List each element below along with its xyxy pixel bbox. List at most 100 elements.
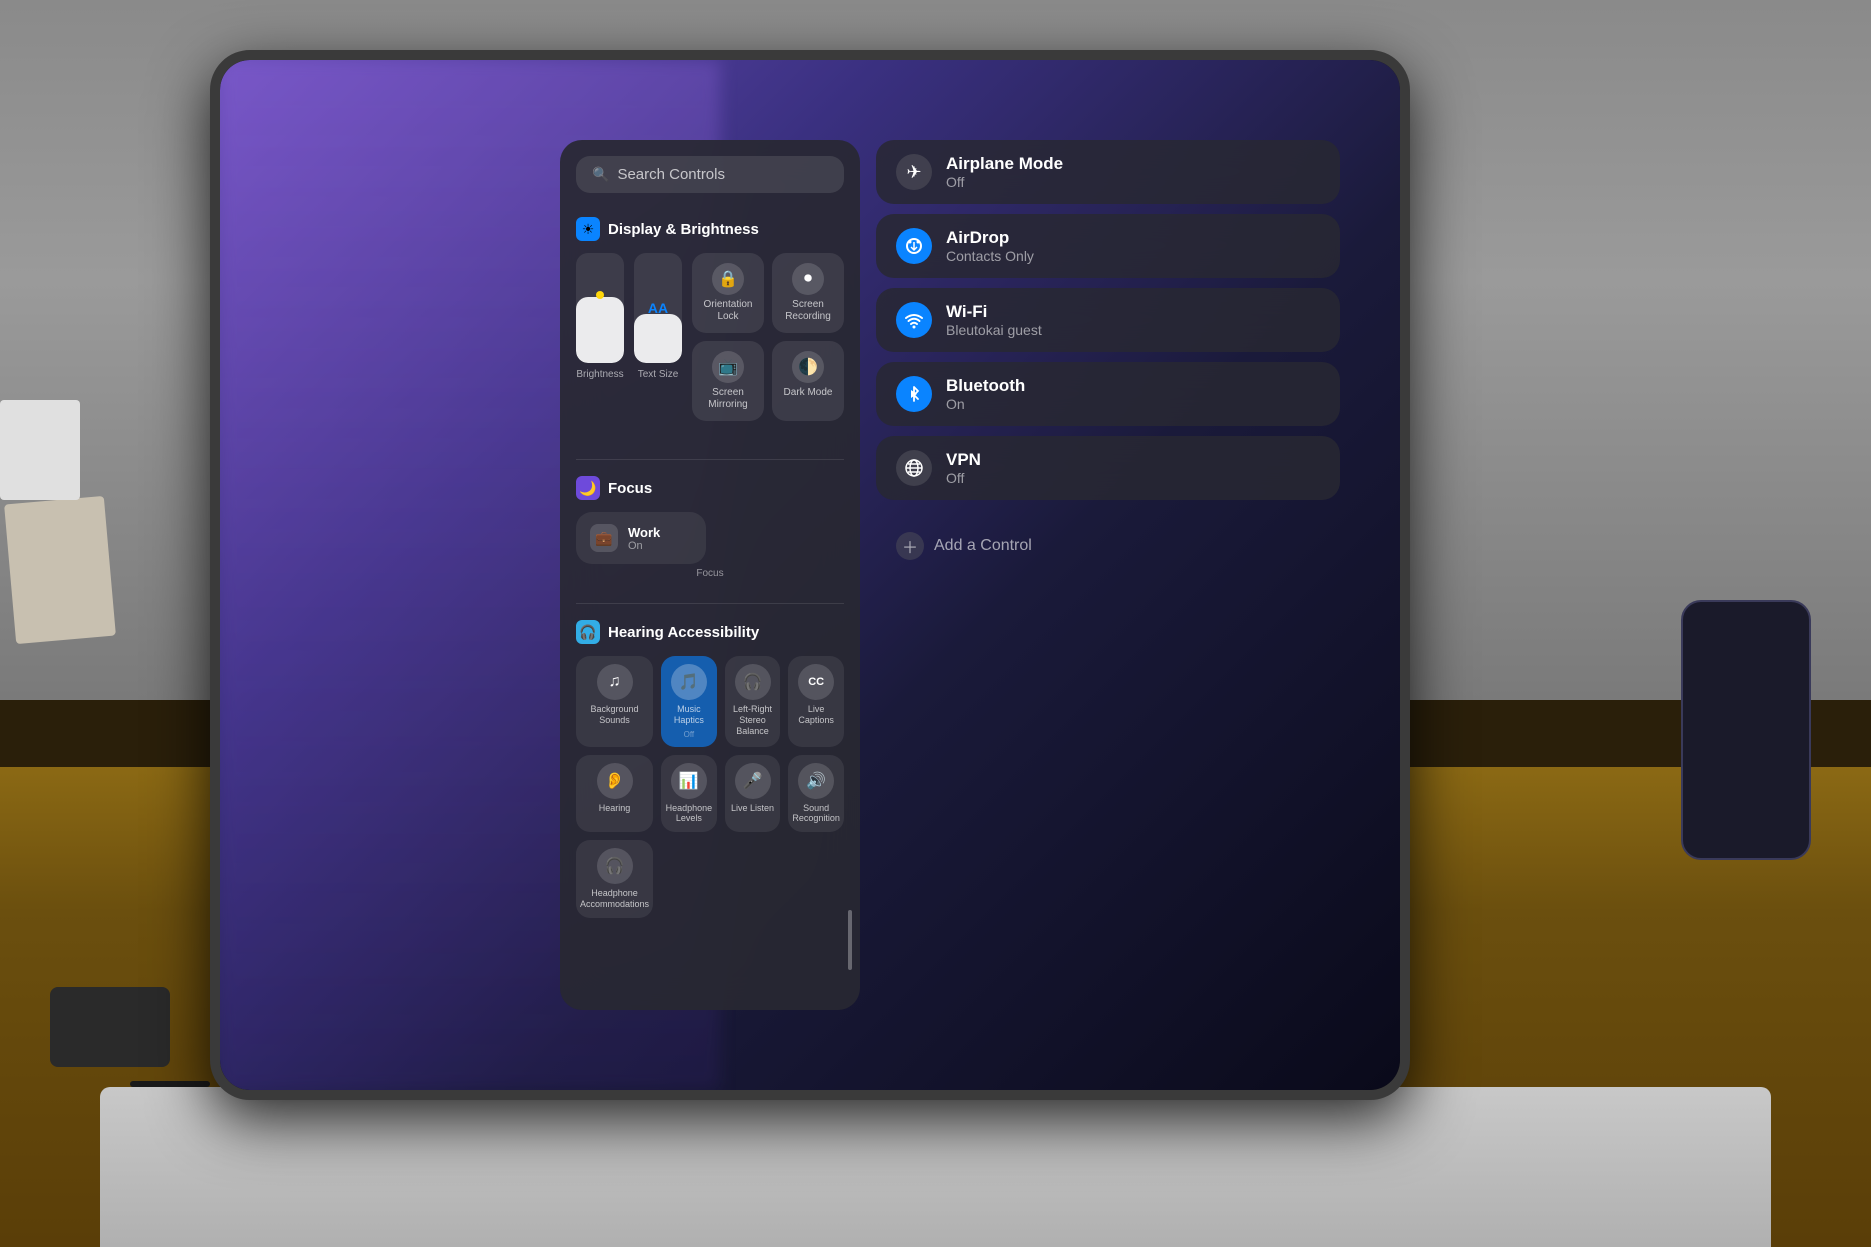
hearing-section-header: 🎧 Hearing Accessibility (576, 612, 844, 644)
orientation-lock-button[interactable]: 🔒 Orientation Lock (692, 253, 764, 333)
brightness-slider-container[interactable]: Brightness (576, 253, 624, 380)
screen-mirroring-button[interactable]: 📺 Screen Mirroring (692, 341, 764, 421)
bluetooth-title: Bluetooth (946, 376, 1025, 396)
orientation-lock-label: Orientation Lock (702, 299, 754, 323)
focus-row: 💼 Work On Focus (576, 512, 844, 579)
brightness-fill (576, 297, 624, 363)
vpn-button[interactable]: VPN Off (876, 436, 1340, 500)
display-quick-grid: 🔒 Orientation Lock ⏺ Screen Recording 📺 … (692, 253, 844, 421)
ipad-device: 🔍 Search Controls ☀ Display & Brightness (210, 50, 1410, 1100)
wifi-title: Wi-Fi (946, 302, 1042, 322)
vpn-title: VPN (946, 450, 981, 470)
music-haptics-icon: 🎵 (671, 664, 707, 700)
headphone-levels-label: Headphone Levels (665, 803, 713, 825)
work-focus-subtitle: On (628, 540, 660, 552)
add-control-label: Add a Control (934, 537, 1032, 555)
screen-recording-icon: ⏺ (792, 263, 824, 295)
divider-1 (576, 459, 844, 460)
display-section-header: ☀ Display & Brightness (576, 209, 844, 241)
live-listen-icon: 🎤 (735, 763, 771, 799)
display-section-icon: ☀ (576, 217, 600, 241)
music-haptics-button[interactable]: 🎵 Music Haptics Off (661, 656, 717, 747)
dark-mode-button[interactable]: 🌓 Dark Mode (772, 341, 844, 421)
focus-section-icon: 🌙 (576, 476, 600, 500)
text-size-slider[interactable]: AA (634, 253, 682, 363)
work-focus-icon: 💼 (590, 524, 618, 552)
add-control-icon: ＋ (896, 532, 924, 560)
vpn-text: VPN Off (946, 450, 981, 486)
background-sounds-icon: ♫ (597, 664, 633, 700)
charger-adapter (50, 987, 170, 1067)
keyboard (100, 1087, 1771, 1247)
airdrop-text: AirDrop Contacts Only (946, 228, 1034, 264)
airdrop-subtitle: Contacts Only (946, 248, 1034, 264)
vpn-icon (896, 450, 932, 486)
airdrop-icon (896, 228, 932, 264)
hearing-section: 🎧 Hearing Accessibility ♫ Background Sou… (576, 612, 844, 918)
bluetooth-button[interactable]: Bluetooth On (876, 362, 1340, 426)
live-listen-button[interactable]: 🎤 Live Listen (725, 755, 781, 833)
screen-recording-label: Screen Recording (782, 299, 834, 323)
work-focus-title: Work (628, 525, 660, 540)
sound-recognition-label: Sound Recognition (792, 803, 840, 825)
search-controls-bar[interactable]: 🔍 Search Controls (576, 156, 844, 193)
live-listen-label: Live Listen (731, 803, 774, 814)
search-icon: 🔍 (592, 166, 609, 183)
display-brightness-section: ☀ Display & Brightness Brightness (576, 209, 844, 443)
live-captions-button[interactable]: CC Live Captions (788, 656, 844, 747)
stereo-balance-label: Left-Right Stereo Balance (729, 704, 777, 736)
sound-recognition-button[interactable]: 🔊 Sound Recognition (788, 755, 844, 833)
music-haptics-label: Music Haptics (665, 704, 713, 726)
focus-section-title: Focus (608, 480, 652, 497)
hearing-section-icon: 🎧 (576, 620, 600, 644)
headphone-accommodations-button[interactable]: 🎧 Headphone Accommodations (576, 840, 653, 918)
airplane-mode-button[interactable]: ✈ Airplane Mode Off (876, 140, 1340, 204)
divider-2 (576, 603, 844, 604)
hearing-button[interactable]: 👂 Hearing (576, 755, 653, 833)
stereo-balance-button[interactable]: 🎧 Left-Right Stereo Balance (725, 656, 781, 747)
ipad-screen: 🔍 Search Controls ☀ Display & Brightness (220, 60, 1400, 1090)
text-size-fill (634, 314, 682, 364)
wifi-button[interactable]: Wi-Fi Bleutokai guest (876, 288, 1340, 352)
hearing-grid: ♫ Background Sounds 🎵 Music Haptics Off … (576, 656, 844, 918)
airplane-mode-text: Airplane Mode Off (946, 154, 1063, 190)
airdrop-button[interactable]: AirDrop Contacts Only (876, 214, 1340, 278)
background-sounds-button[interactable]: ♫ Background Sounds (576, 656, 653, 747)
add-control-button[interactable]: ＋ Add a Control (876, 518, 1340, 574)
screen-recording-button[interactable]: ⏺ Screen Recording (772, 253, 844, 333)
hearing-section-title: Hearing Accessibility (608, 624, 759, 641)
screen-mirroring-icon: 📺 (712, 351, 744, 383)
brightness-dot (596, 291, 604, 299)
text-size-indicator: AA (648, 300, 668, 316)
stereo-balance-icon: 🎧 (735, 664, 771, 700)
wifi-subtitle: Bleutokai guest (946, 322, 1042, 338)
vpn-subtitle: Off (946, 470, 981, 486)
brightness-label: Brightness (576, 369, 623, 380)
work-focus-text: Work On (628, 525, 660, 552)
airplane-mode-title: Airplane Mode (946, 154, 1063, 174)
wifi-text: Wi-Fi Bleutokai guest (946, 302, 1042, 338)
display-section-title: Display & Brightness (608, 221, 759, 238)
bluetooth-subtitle: On (946, 396, 1025, 412)
dark-mode-label: Dark Mode (784, 387, 833, 399)
live-captions-label: Live Captions (792, 704, 840, 726)
notebook (4, 496, 116, 644)
bluetooth-text: Bluetooth On (946, 376, 1025, 412)
live-captions-icon: CC (798, 664, 834, 700)
headphone-accommodations-label: Headphone Accommodations (580, 888, 649, 910)
scroll-indicator (848, 910, 852, 970)
dark-mode-icon: 🌓 (792, 351, 824, 383)
phone-case (1681, 600, 1811, 860)
work-focus-button[interactable]: 💼 Work On (576, 512, 706, 564)
wall-outlet (0, 400, 80, 500)
brightness-slider[interactable] (576, 253, 624, 363)
text-size-label: Text Size (638, 369, 679, 380)
text-size-slider-container[interactable]: AA Text Size (634, 253, 682, 380)
control-center: 🔍 Search Controls ☀ Display & Brightness (560, 140, 1340, 1010)
headphone-levels-button[interactable]: 📊 Headphone Levels (661, 755, 717, 833)
hearing-label: Hearing (599, 803, 631, 814)
control-center-left-panel: 🔍 Search Controls ☀ Display & Brightness (560, 140, 860, 1010)
control-center-right-panel: ✈ Airplane Mode Off (876, 140, 1340, 1010)
bluetooth-icon (896, 376, 932, 412)
focus-label: Focus (576, 568, 844, 579)
